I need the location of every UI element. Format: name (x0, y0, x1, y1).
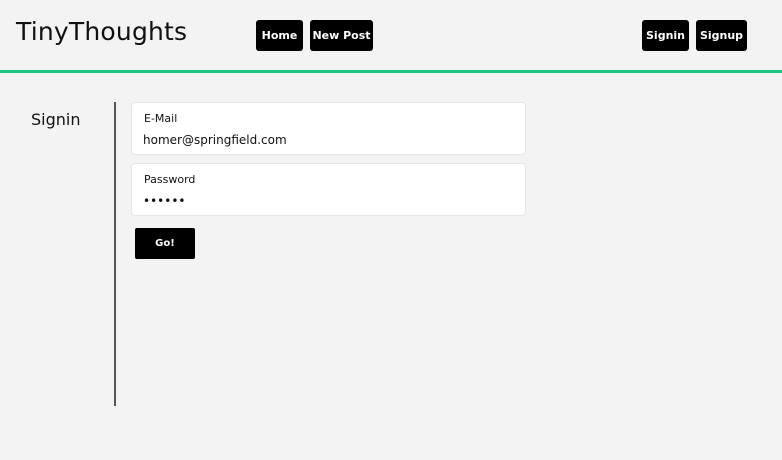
email-field-container: E-Mail (131, 102, 526, 155)
top-navbar: TinyThoughts Home New Post Signin Signup (0, 0, 782, 73)
nav-new-post-button[interactable]: New Post (310, 20, 373, 51)
password-field-container: Password (131, 163, 526, 216)
email-input[interactable] (143, 130, 513, 150)
nav-home-button[interactable]: Home (256, 20, 303, 51)
vertical-divider (114, 102, 116, 406)
submit-button[interactable]: Go! (135, 228, 195, 259)
nav-signup-button[interactable]: Signup (696, 20, 747, 51)
email-label: E-Mail (144, 112, 178, 125)
password-label: Password (144, 173, 196, 186)
page-title: Signin (31, 110, 81, 129)
nav-signin-button[interactable]: Signin (642, 20, 689, 51)
brand-logo-text[interactable]: TinyThoughts (16, 17, 187, 46)
password-input[interactable] (143, 191, 513, 211)
